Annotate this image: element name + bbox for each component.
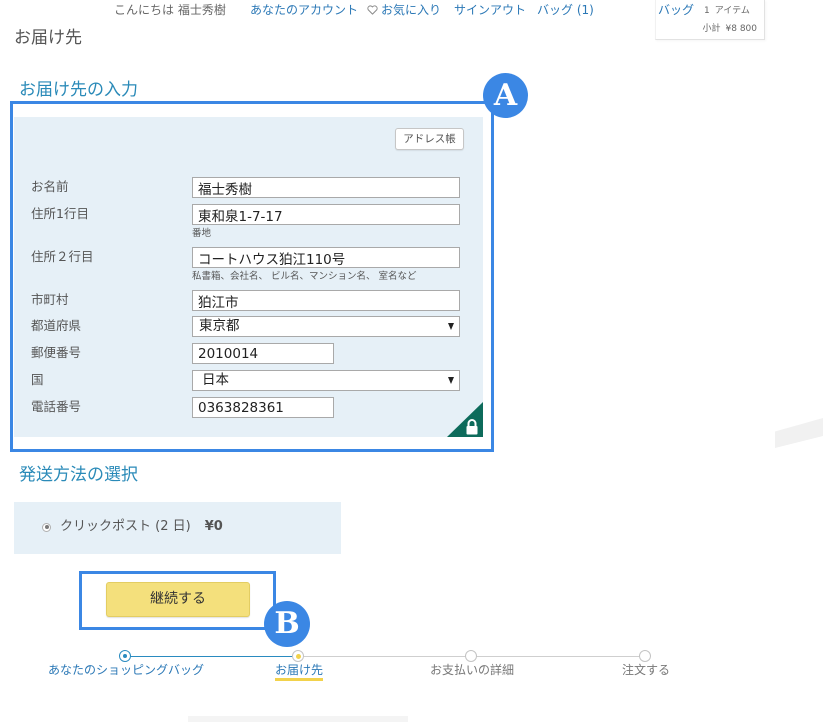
shipping-option-price: ¥0: [204, 519, 223, 534]
greeting-text: こんにちは 福士秀樹: [114, 3, 226, 17]
annotation-box-b: [79, 571, 276, 630]
account-link[interactable]: あなたのアカウント: [250, 2, 358, 18]
heart-icon: [367, 5, 378, 15]
step-label: お支払いの詳細: [429, 663, 515, 677]
checkout-progress: あなたのショッピングバッグ お届け先 お支払いの詳細 注文する: [0, 650, 823, 690]
shipping-option-radio[interactable]: [42, 522, 51, 532]
signout-link[interactable]: サインアウト: [454, 2, 526, 18]
subtotal-value: ¥8 800: [725, 24, 758, 34]
step-marker: [119, 650, 131, 662]
step-marker: [465, 650, 477, 662]
bag-link[interactable]: バッグ (1): [537, 2, 594, 18]
step-marker: [639, 650, 651, 662]
page-title: お届け先: [14, 28, 82, 48]
annotation-badge-a: A: [483, 73, 528, 118]
shipping-section-title: 発送方法の選択: [19, 465, 138, 485]
decorative-shape: [188, 716, 408, 722]
mini-bag-label[interactable]: バッグ: [658, 2, 694, 18]
mini-bag-summary[interactable]: バッグ 1 アイテム 小計 ¥8 800: [655, 0, 765, 40]
item-unit: アイテム: [714, 6, 750, 16]
favorites-link-label: お気に入り: [381, 3, 442, 17]
step-marker: [292, 650, 304, 662]
item-count: 1: [704, 6, 710, 16]
step-label: 注文する: [621, 663, 671, 677]
step-label: お届け先: [274, 662, 324, 681]
progress-line-completed: [125, 656, 298, 657]
favorites-link[interactable]: お気に入り: [367, 2, 441, 18]
mini-bag-subtotal: 小計 ¥8 800: [702, 23, 757, 35]
mini-bag-item-count: 1 アイテム: [704, 5, 750, 17]
address-section-title: お届け先の入力: [19, 80, 138, 100]
step-label[interactable]: あなたのショッピングバッグ: [48, 662, 204, 678]
annotation-badge-b: B: [264, 601, 310, 647]
annotation-box-a: [10, 101, 494, 452]
decorative-shape: [775, 418, 823, 448]
shipping-option-label: クリックポスト (2 日): [60, 519, 191, 534]
shipping-option-clickpost[interactable]: クリックポスト (2 日) ¥0: [42, 519, 223, 535]
subtotal-label: 小計: [702, 24, 721, 34]
